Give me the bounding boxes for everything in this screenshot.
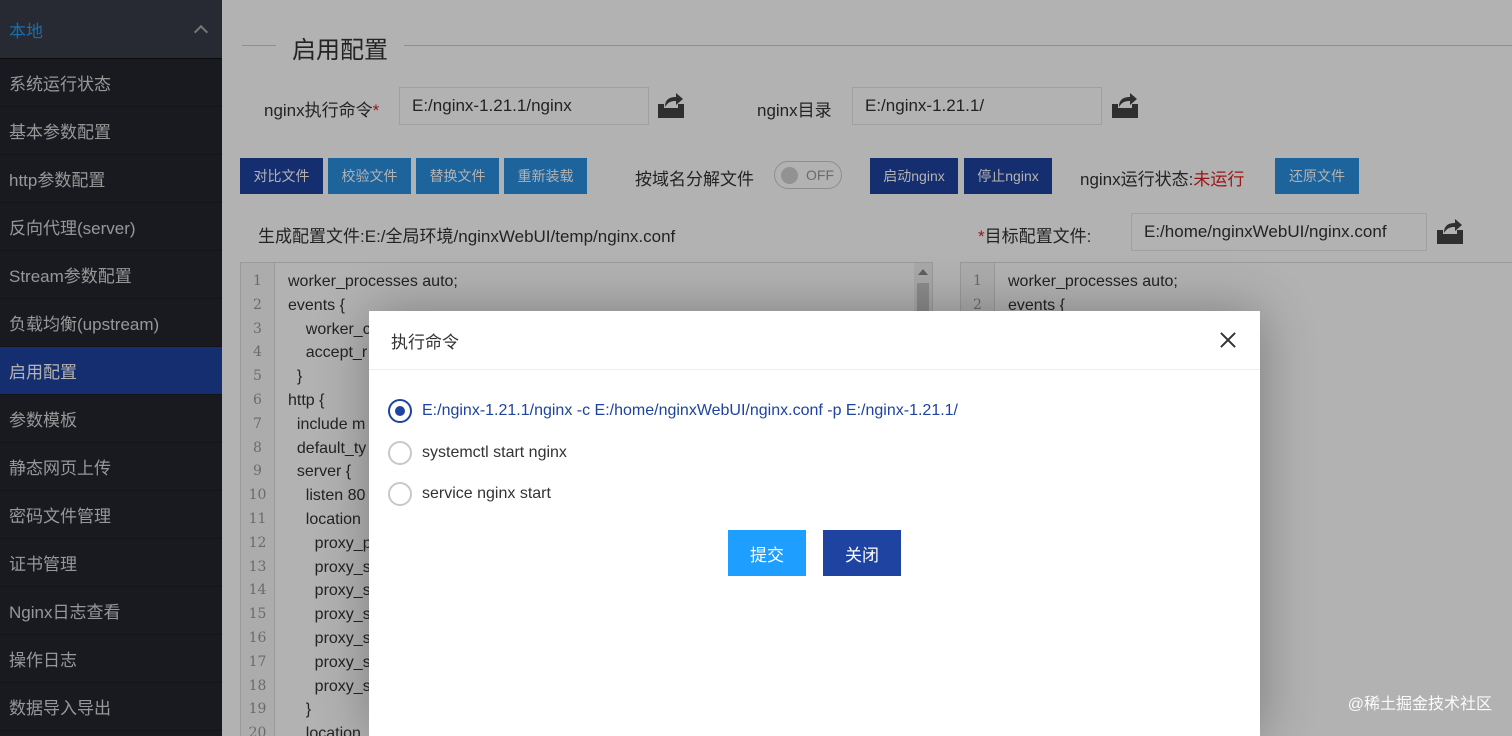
exec-command-dialog: 执行命令 E:/nginx-1.21.1/nginx -c E:/home/ng… xyxy=(369,311,1260,736)
radio-button[interactable] xyxy=(388,441,412,465)
radio-button[interactable] xyxy=(388,399,412,423)
dialog-title: 执行命令 xyxy=(391,332,459,352)
close-button[interactable]: 关闭 xyxy=(823,530,901,576)
submit-button[interactable]: 提交 xyxy=(728,530,806,576)
command-option[interactable]: service nginx start xyxy=(388,482,551,506)
watermark: @稀土掘金技术社区 xyxy=(1347,696,1492,713)
close-icon[interactable] xyxy=(1218,330,1238,350)
option-label: E:/nginx-1.21.1/nginx -c E:/home/nginxWe… xyxy=(422,402,958,419)
command-option[interactable]: E:/nginx-1.21.1/nginx -c E:/home/nginxWe… xyxy=(388,399,958,423)
command-option[interactable]: systemctl start nginx xyxy=(388,441,567,465)
option-label: service nginx start xyxy=(422,485,551,502)
radio-button[interactable] xyxy=(388,482,412,506)
option-label: systemctl start nginx xyxy=(422,444,567,461)
